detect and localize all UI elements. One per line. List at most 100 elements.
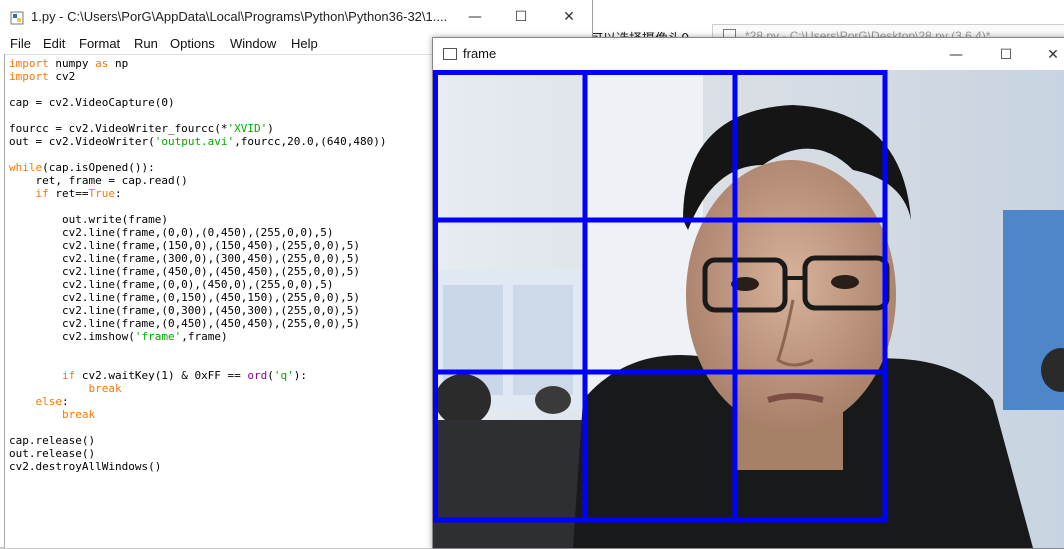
code-token: cap.release(): [9, 434, 96, 447]
code-token: break: [88, 382, 122, 395]
frame-window: frame — ☐ ✕: [432, 37, 1064, 549]
code-line: out.release(): [9, 447, 95, 460]
code-token: 'frame': [134, 330, 182, 343]
code-text: import numpy as np import cv2 cap = cv2.…: [9, 57, 387, 473]
code-token: else: [35, 395, 63, 408]
code-token: out.release(): [9, 447, 96, 460]
code-token: break: [61, 408, 96, 421]
code-line: cv2.line(frame,(150,0),(150,450),(255,0,…: [9, 239, 360, 252]
code-token: out = cv2.VideoWriter(: [9, 135, 155, 148]
code-line: cap.release(): [9, 434, 95, 447]
code-line: import numpy as np: [9, 57, 128, 70]
code-line: cv2.line(frame,(450,0),(450,450),(255,0,…: [9, 265, 360, 278]
code-token: cv2.line(frame,(0,0),(0,450),(255,0,0),5…: [9, 226, 334, 239]
person-head: [535, 386, 571, 414]
frame-title: frame: [463, 46, 497, 61]
code-token: cv2.line(frame,(0,300),(450,300),(255,0,…: [9, 304, 360, 317]
menu-run[interactable]: Run: [134, 36, 158, 51]
code-token: ret==: [48, 187, 89, 200]
window-light: [583, 70, 703, 400]
minimize-button[interactable]: —: [452, 4, 498, 30]
code-line: out = cv2.VideoWriter('output.avi',fourc…: [9, 135, 387, 148]
code-line: cv2.line(frame,(0,450),(450,450),(255,0,…: [9, 317, 360, 330]
code-token: while: [9, 161, 43, 174]
code-line: out.write(frame): [9, 213, 168, 226]
code-line: cv2.line(frame,(0,150),(450,150),(255,0,…: [9, 291, 360, 304]
code-line: else:: [9, 395, 69, 408]
python-file-icon: [10, 10, 24, 25]
code-line: cv2.destroyAllWindows(): [9, 460, 161, 473]
person-body: [433, 420, 593, 548]
poster-panel: [513, 285, 573, 395]
code-token: if: [61, 369, 76, 382]
menu-options[interactable]: Options: [170, 36, 215, 51]
window-icon: [443, 48, 457, 60]
webcam-frame: [433, 70, 1064, 548]
code-token: np: [108, 57, 129, 70]
code-token: import: [9, 70, 49, 83]
code-line: import cv2: [9, 70, 75, 83]
menu-edit[interactable]: Edit: [43, 36, 65, 51]
code-token: cv2.line(frame,(300,0),(300,450),(255,0,…: [9, 252, 360, 265]
frame-maximize-button[interactable]: ☐: [983, 42, 1029, 68]
code-line: if ret==True:: [9, 187, 122, 200]
code-token: 'q': [273, 369, 294, 382]
code-token: cv2.waitKey(1) & 0xFF ==: [75, 369, 248, 382]
code-token: (cap.isOpened()):: [42, 161, 155, 174]
menu-file[interactable]: File: [10, 36, 31, 51]
face: [686, 160, 896, 430]
code-token: 'XVID': [227, 122, 268, 135]
code-line: cv2.line(frame,(0,300),(450,300),(255,0,…: [9, 304, 360, 317]
code-token: cv2.line(frame,(0,0),(450,0),(255,0,0),5…: [9, 278, 334, 291]
right-eye: [831, 275, 859, 289]
code-token: ord: [247, 369, 268, 382]
code-line: cv2.line(frame,(0,0),(0,450),(255,0,0),5…: [9, 226, 334, 239]
code-line: cv2.line(frame,(0,0),(450,0),(255,0,0),5…: [9, 278, 334, 291]
frame-minimize-button[interactable]: —: [933, 42, 979, 68]
code-token: cv2.line(frame,(0,150),(450,150),(255,0,…: [9, 291, 360, 304]
code-line: cv2.line(frame,(300,0),(300,450),(255,0,…: [9, 252, 360, 265]
maximize-button[interactable]: ☐: [498, 4, 544, 30]
code-token: ):: [293, 369, 308, 382]
idle-titlebar[interactable]: 1.py - C:\Users\PorG\AppData\Local\Progr…: [0, 0, 592, 34]
code-token: ret, frame = cap.read(): [9, 174, 188, 187]
code-line: while(cap.isOpened()):: [9, 161, 155, 174]
frame-titlebar[interactable]: frame — ☐ ✕: [433, 38, 1064, 70]
code-token: import: [9, 57, 49, 70]
code-token: cap = cv2.VideoCapture(0): [9, 96, 175, 109]
code-token: ): [267, 122, 274, 135]
code-token: if: [35, 187, 49, 200]
code-token: cv2.line(frame,(0,450),(450,450),(255,0,…: [9, 317, 360, 330]
frame-close-button[interactable]: ✕: [1030, 42, 1064, 68]
webcam-image: [433, 70, 1064, 548]
close-button[interactable]: ✕: [546, 4, 592, 30]
code-token: 'output.avi': [154, 135, 235, 148]
code-line: cv2.imshow('frame',frame): [9, 330, 228, 343]
code-token: as: [95, 57, 109, 70]
menu-format[interactable]: Format: [79, 36, 120, 51]
code-token: cv2.imshow(: [9, 330, 135, 343]
window-title: 1.py - C:\Users\PorG\AppData\Local\Progr…: [31, 9, 448, 24]
code-token: cv2.line(frame,(450,0),(450,450),(255,0,…: [9, 265, 360, 278]
code-line: cap = cv2.VideoCapture(0): [9, 96, 175, 109]
code-line: ret, frame = cap.read(): [9, 174, 188, 187]
code-line: break: [9, 408, 95, 421]
code-token: :: [62, 395, 69, 408]
code-token: cv2.line(frame,(150,0),(150,450),(255,0,…: [9, 239, 360, 252]
code-token: ,fourcc,20.0,(640,480)): [234, 135, 387, 148]
code-token: ,frame): [181, 330, 228, 343]
code-token: True: [88, 187, 116, 200]
menu-window[interactable]: Window: [230, 36, 276, 51]
person-head: [435, 374, 491, 426]
code-token: cv2: [48, 70, 76, 83]
code-token: out.write(frame): [9, 213, 168, 226]
code-token: numpy: [48, 57, 96, 70]
code-line: break: [9, 382, 122, 395]
code-token: (: [267, 369, 274, 382]
menu-help[interactable]: Help: [291, 36, 318, 51]
